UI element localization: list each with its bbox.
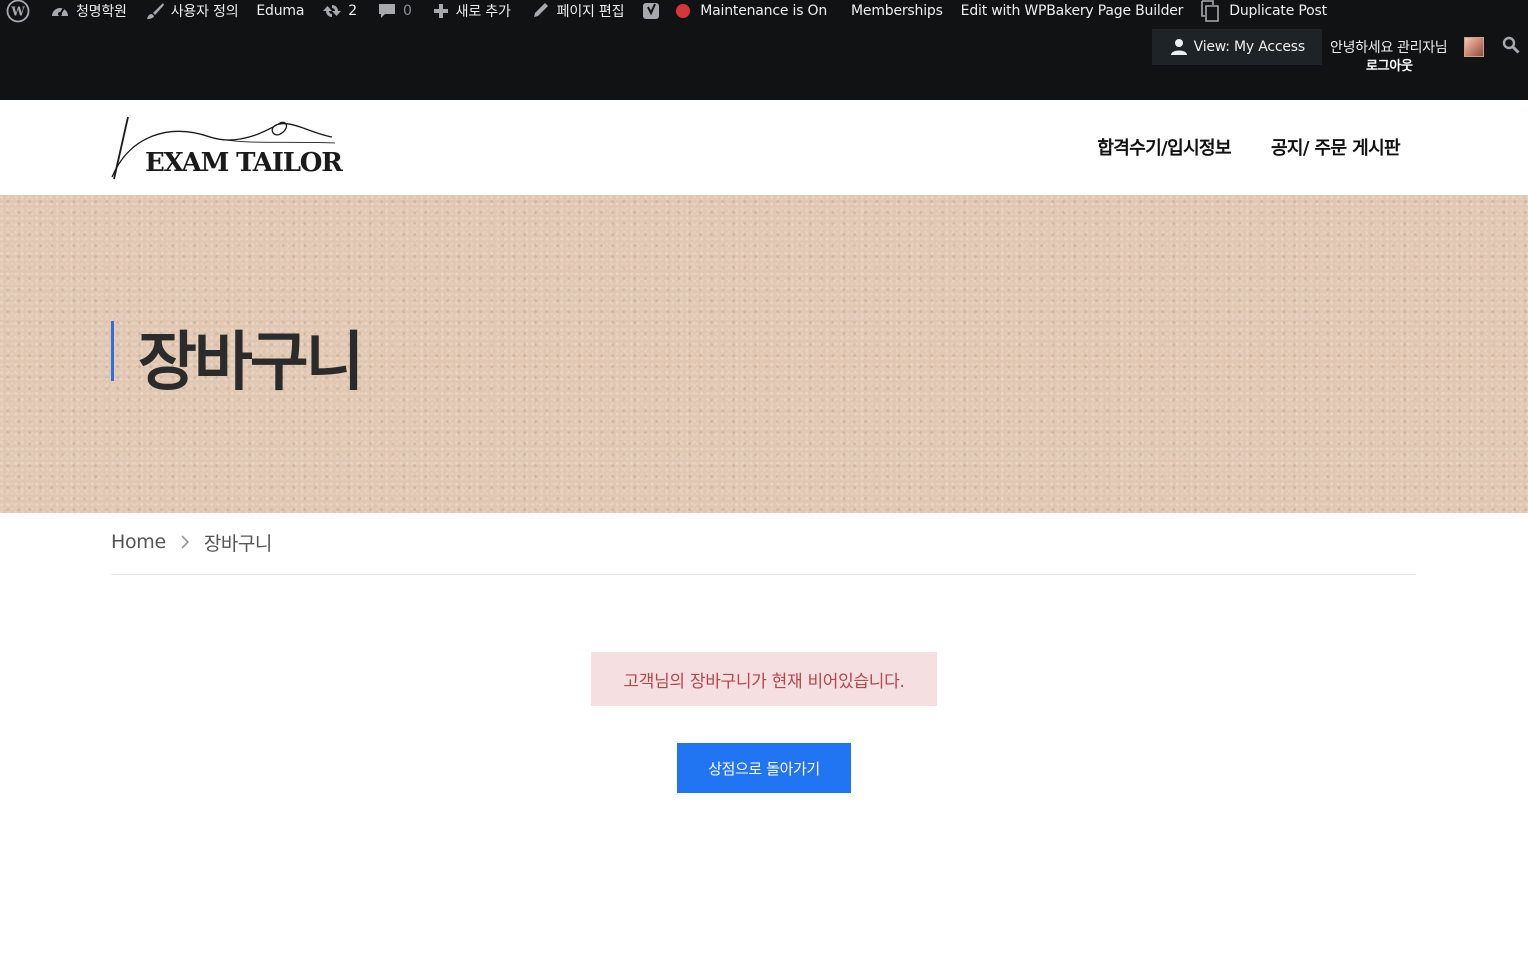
nav-item-notice-board[interactable]: 공지/ 주문 게시판 — [1271, 134, 1401, 160]
duplicate-post-menu[interactable]: Duplicate Post — [1199, 0, 1327, 22]
hero-accent-bar — [111, 321, 114, 381]
duplicate-icon — [1199, 0, 1223, 22]
pencil-icon — [531, 2, 551, 20]
edit-page-menu[interactable]: 페이지 편집 — [531, 0, 625, 22]
new-content-menu[interactable]: 새로 추가 — [432, 0, 511, 22]
breadcrumb-current: 장바구니 — [203, 532, 272, 555]
view-access-label: View: My Access — [1193, 39, 1306, 55]
edit-page-label: 페이지 편집 — [556, 4, 625, 20]
site-logo[interactable]: EXAM TAILOR — [110, 115, 343, 181]
wpbakery-label: Edit with WPBakery Page Builder — [960, 3, 1184, 19]
maintenance-label: Maintenance is On — [700, 3, 828, 19]
memberships-menu[interactable]: Memberships — [851, 0, 943, 22]
updates-icon — [322, 2, 342, 20]
chevron-right-icon — [180, 535, 190, 549]
logo-text: EXAM TAILOR — [145, 148, 343, 178]
maintenance-status-dot-icon — [676, 4, 691, 18]
duplicate-label: Duplicate Post — [1229, 3, 1327, 19]
search-icon — [1502, 36, 1520, 58]
theme-label: Eduma — [256, 3, 305, 19]
customize-menu[interactable]: 사용자 정의 — [145, 0, 239, 22]
site-name-menu[interactable]: 청명학원 — [50, 0, 127, 22]
seo-menu[interactable] — [642, 0, 668, 22]
wpbakery-menu[interactable]: Edit with WPBakery Page Builder — [961, 0, 1184, 22]
comment-icon — [377, 2, 397, 20]
new-content-label: 새로 추가 — [455, 4, 511, 20]
wordpress-icon: W — [6, 0, 30, 23]
logout-link[interactable]: 로그아웃 — [1366, 55, 1413, 74]
memberships-label: Memberships — [851, 3, 943, 19]
comments-menu[interactable]: 0 — [377, 0, 412, 22]
updates-count: 2 — [348, 3, 357, 19]
page-hero: 장바구니 — [0, 195, 1528, 513]
account-menu[interactable]: 안녕하세요 관리자님 로그아웃 — [1322, 29, 1494, 75]
site-header: EXAM TAILOR 합격수기/입시정보 공지/ 주문 게시판 — [0, 100, 1528, 195]
wordpress-logo-button[interactable]: W — [6, 0, 36, 23]
maintenance-menu[interactable]: Maintenance is On — [676, 0, 827, 22]
site-name-label: 청명학원 — [76, 4, 127, 20]
breadcrumb-home-link[interactable]: Home — [111, 531, 166, 553]
admin-bar-secondary: View: My Access 안녕하세요 관리자님 로그아웃 — [1151, 29, 1528, 74]
admin-bar-menu: W 청명학원 사용자 정의 Eduma 2 0 새로 추가 페이지 편집 Mai… — [0, 0, 1528, 23]
theme-menu[interactable]: Eduma — [256, 0, 304, 22]
avatar — [1464, 37, 1484, 57]
view-access-menu[interactable]: View: My Access — [1151, 29, 1322, 65]
admin-bar: W 청명학원 사용자 정의 Eduma 2 0 새로 추가 페이지 편집 Mai… — [0, 0, 1528, 100]
breadcrumb-divider — [111, 574, 1416, 575]
customize-label: 사용자 정의 — [170, 4, 239, 20]
yoast-icon — [642, 1, 662, 21]
cart-empty-notice: 고객님의 장바구니가 현재 비어있습니다. — [591, 652, 937, 706]
plus-icon — [432, 2, 450, 20]
breadcrumb: Home 장바구니 — [111, 530, 272, 555]
comments-count: 0 — [402, 3, 412, 19]
admin-search-button[interactable] — [1494, 29, 1528, 65]
dashboard-icon — [50, 2, 70, 20]
page-title: 장바구니 — [138, 326, 365, 400]
return-to-shop-button[interactable]: 상점으로 돌아가기 — [677, 743, 851, 793]
user-icon — [1170, 38, 1188, 56]
main-navigation: 합격수기/입시정보 공지/ 주문 게시판 — [1097, 134, 1400, 160]
svg-text:W: W — [10, 5, 25, 19]
greeting-label: 안녕하세요 관리자님 — [1330, 40, 1448, 56]
paintbrush-icon — [145, 2, 165, 20]
updates-menu[interactable]: 2 — [322, 0, 357, 22]
nav-item-reviews[interactable]: 합격수기/입시정보 — [1097, 134, 1231, 160]
